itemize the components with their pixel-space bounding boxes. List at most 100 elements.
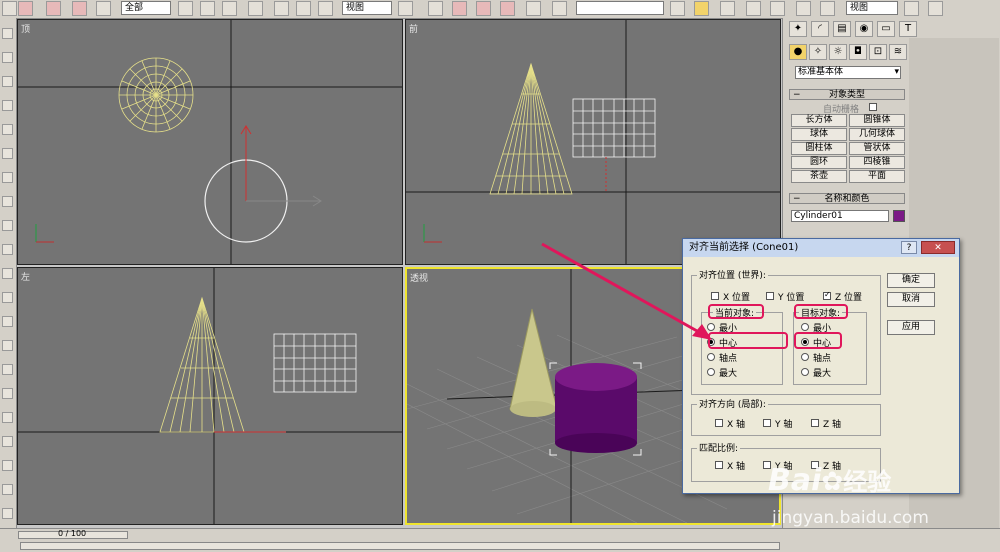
pivot-center-icon[interactable] xyxy=(398,1,413,16)
strip-tool-icon[interactable] xyxy=(2,76,13,87)
close-button[interactable]: ✕ xyxy=(921,241,955,254)
align-icon[interactable] xyxy=(694,1,709,16)
strip-tool-icon[interactable] xyxy=(2,28,13,39)
lights-icon[interactable]: ☼ xyxy=(829,44,847,60)
strip-tool-icon[interactable] xyxy=(2,52,13,63)
orient-x-checkbox[interactable] xyxy=(715,419,723,427)
orient-z-checkbox[interactable] xyxy=(811,419,819,427)
render-last-icon[interactable] xyxy=(928,1,943,16)
strip-tool-icon[interactable] xyxy=(2,148,13,159)
strip-tool-icon[interactable] xyxy=(2,388,13,399)
create-tab-icon[interactable]: ✦ xyxy=(789,21,807,37)
rect-select-icon[interactable] xyxy=(222,1,237,16)
strip-tool-icon[interactable] xyxy=(2,100,13,111)
target-max-radio[interactable] xyxy=(801,368,809,376)
strip-tool-icon[interactable] xyxy=(2,460,13,471)
orient-y-checkbox[interactable] xyxy=(763,419,771,427)
autogrid-checkbox[interactable] xyxy=(869,103,877,111)
rollout-object-type[interactable]: − 对象类型 xyxy=(789,89,905,100)
strip-tool-icon[interactable] xyxy=(2,124,13,135)
ok-button[interactable]: 确定 xyxy=(887,273,935,288)
unlink-icon[interactable] xyxy=(46,1,61,16)
utilities-tab-icon[interactable]: T xyxy=(899,21,917,37)
viewport-left[interactable]: 左 xyxy=(17,267,403,525)
strip-tool-icon[interactable] xyxy=(2,340,13,351)
render-viewport-dropdown[interactable]: 视图 xyxy=(846,1,898,15)
viewport-top[interactable]: 顶 xyxy=(17,19,403,265)
track-bar[interactable] xyxy=(20,542,780,550)
scale-x-checkbox[interactable] xyxy=(715,461,723,469)
quick-render-icon[interactable] xyxy=(904,1,919,16)
strip-tool-icon[interactable] xyxy=(2,244,13,255)
sphere-button[interactable]: 球体 xyxy=(791,128,847,141)
schematic-view-icon[interactable] xyxy=(770,1,785,16)
pyramid-button[interactable]: 四棱锥 xyxy=(849,156,905,169)
snap-toggle-icon[interactable] xyxy=(452,1,467,16)
strip-tool-icon[interactable] xyxy=(2,364,13,375)
current-max-radio[interactable] xyxy=(707,368,715,376)
curve-editor-icon[interactable] xyxy=(746,1,761,16)
undo-icon[interactable] xyxy=(2,1,17,16)
rollout-name-color[interactable]: − 名称和颜色 xyxy=(789,193,905,204)
layer-manager-icon[interactable] xyxy=(720,1,735,16)
strip-tool-icon[interactable] xyxy=(2,220,13,231)
dialog-title-bar[interactable]: 对齐当前选择 (Cone01) ? ✕ xyxy=(683,239,959,257)
strip-tool-icon[interactable] xyxy=(2,172,13,183)
helpers-icon[interactable]: ⊡ xyxy=(869,44,887,60)
edit-named-sel-icon[interactable] xyxy=(552,1,567,16)
percent-snap-icon[interactable] xyxy=(500,1,515,16)
select-by-name-icon[interactable] xyxy=(200,1,215,16)
cone-button[interactable]: 圆锥体 xyxy=(849,114,905,127)
teapot-button[interactable]: 茶壶 xyxy=(791,170,847,183)
window-crossing-icon[interactable] xyxy=(248,1,263,16)
bind-spacewarp-icon[interactable] xyxy=(72,1,87,16)
help-button[interactable]: ? xyxy=(901,241,917,254)
strip-tool-icon[interactable] xyxy=(2,292,13,303)
target-min-radio[interactable] xyxy=(801,323,809,331)
strip-tool-icon[interactable] xyxy=(2,316,13,327)
category-dropdown[interactable]: 标准基本体 ▾ xyxy=(795,66,901,79)
target-pivot-radio[interactable] xyxy=(801,353,809,361)
geosphere-button[interactable]: 几何球体 xyxy=(849,128,905,141)
shapes-icon[interactable]: ✧ xyxy=(809,44,827,60)
tube-button[interactable]: 管状体 xyxy=(849,142,905,155)
strip-tool-icon[interactable] xyxy=(2,508,13,519)
object-name-field[interactable]: Cylinder01 xyxy=(791,210,889,222)
move-icon[interactable] xyxy=(274,1,289,16)
apply-button[interactable]: 应用 xyxy=(887,320,935,335)
angle-snap-icon[interactable] xyxy=(476,1,491,16)
strip-tool-icon[interactable] xyxy=(2,196,13,207)
spacewarps-icon[interactable]: ≋ xyxy=(889,44,907,60)
display-tab-icon[interactable]: ▭ xyxy=(877,21,895,37)
scale-icon[interactable] xyxy=(318,1,333,16)
material-editor-icon[interactable] xyxy=(796,1,811,16)
torus-button[interactable]: 圆环 xyxy=(791,156,847,169)
link-icon[interactable] xyxy=(18,1,33,16)
cancel-button[interactable]: 取消 xyxy=(887,292,935,307)
box-button[interactable]: 长方体 xyxy=(791,114,847,127)
cameras-icon[interactable]: ◘ xyxy=(849,44,867,60)
manipulate-icon[interactable] xyxy=(428,1,443,16)
select-filter-icon[interactable] xyxy=(96,1,111,16)
strip-tool-icon[interactable] xyxy=(2,268,13,279)
reference-coord-dropdown[interactable]: 视图 xyxy=(342,1,392,15)
motion-tab-icon[interactable]: ◉ xyxy=(855,21,873,37)
mirror-icon[interactable] xyxy=(670,1,685,16)
strip-tool-icon[interactable] xyxy=(2,436,13,447)
select-object-icon[interactable] xyxy=(178,1,193,16)
viewport-front[interactable]: 前 xyxy=(405,19,781,265)
cylinder-button[interactable]: 圆柱体 xyxy=(791,142,847,155)
geometry-icon[interactable]: ● xyxy=(789,44,807,60)
object-color-swatch[interactable] xyxy=(893,210,905,222)
z-position-checkbox[interactable]: ✓ xyxy=(823,290,831,300)
current-pivot-radio[interactable] xyxy=(707,353,715,361)
render-setup-icon[interactable] xyxy=(820,1,835,16)
rotate-icon[interactable] xyxy=(296,1,311,16)
hierarchy-tab-icon[interactable]: ▤ xyxy=(833,21,851,37)
spinner-snap-icon[interactable] xyxy=(526,1,541,16)
y-position-checkbox[interactable] xyxy=(766,292,774,300)
plane-button[interactable]: 平面 xyxy=(849,170,905,183)
named-selection-sets[interactable] xyxy=(576,1,664,15)
strip-tool-icon[interactable] xyxy=(2,484,13,495)
strip-tool-icon[interactable] xyxy=(2,412,13,423)
